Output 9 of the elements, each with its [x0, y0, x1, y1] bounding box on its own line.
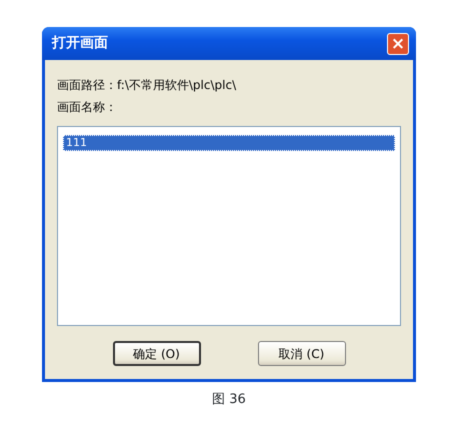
- path-label: 画面路径：f:\不常用软件\plc\plc\: [57, 77, 238, 94]
- ok-button[interactable]: 确定 (O): [112, 341, 200, 366]
- list-box[interactable]: 111: [57, 126, 401, 326]
- list-item[interactable]: 111: [63, 135, 395, 151]
- window-title: 打开画面: [52, 34, 108, 53]
- name-label: 画面名称：: [57, 99, 118, 116]
- figure-caption: 图 36: [211, 391, 247, 409]
- close-button[interactable]: ×: [387, 32, 409, 54]
- cancel-button[interactable]: 取消 (C): [258, 341, 346, 366]
